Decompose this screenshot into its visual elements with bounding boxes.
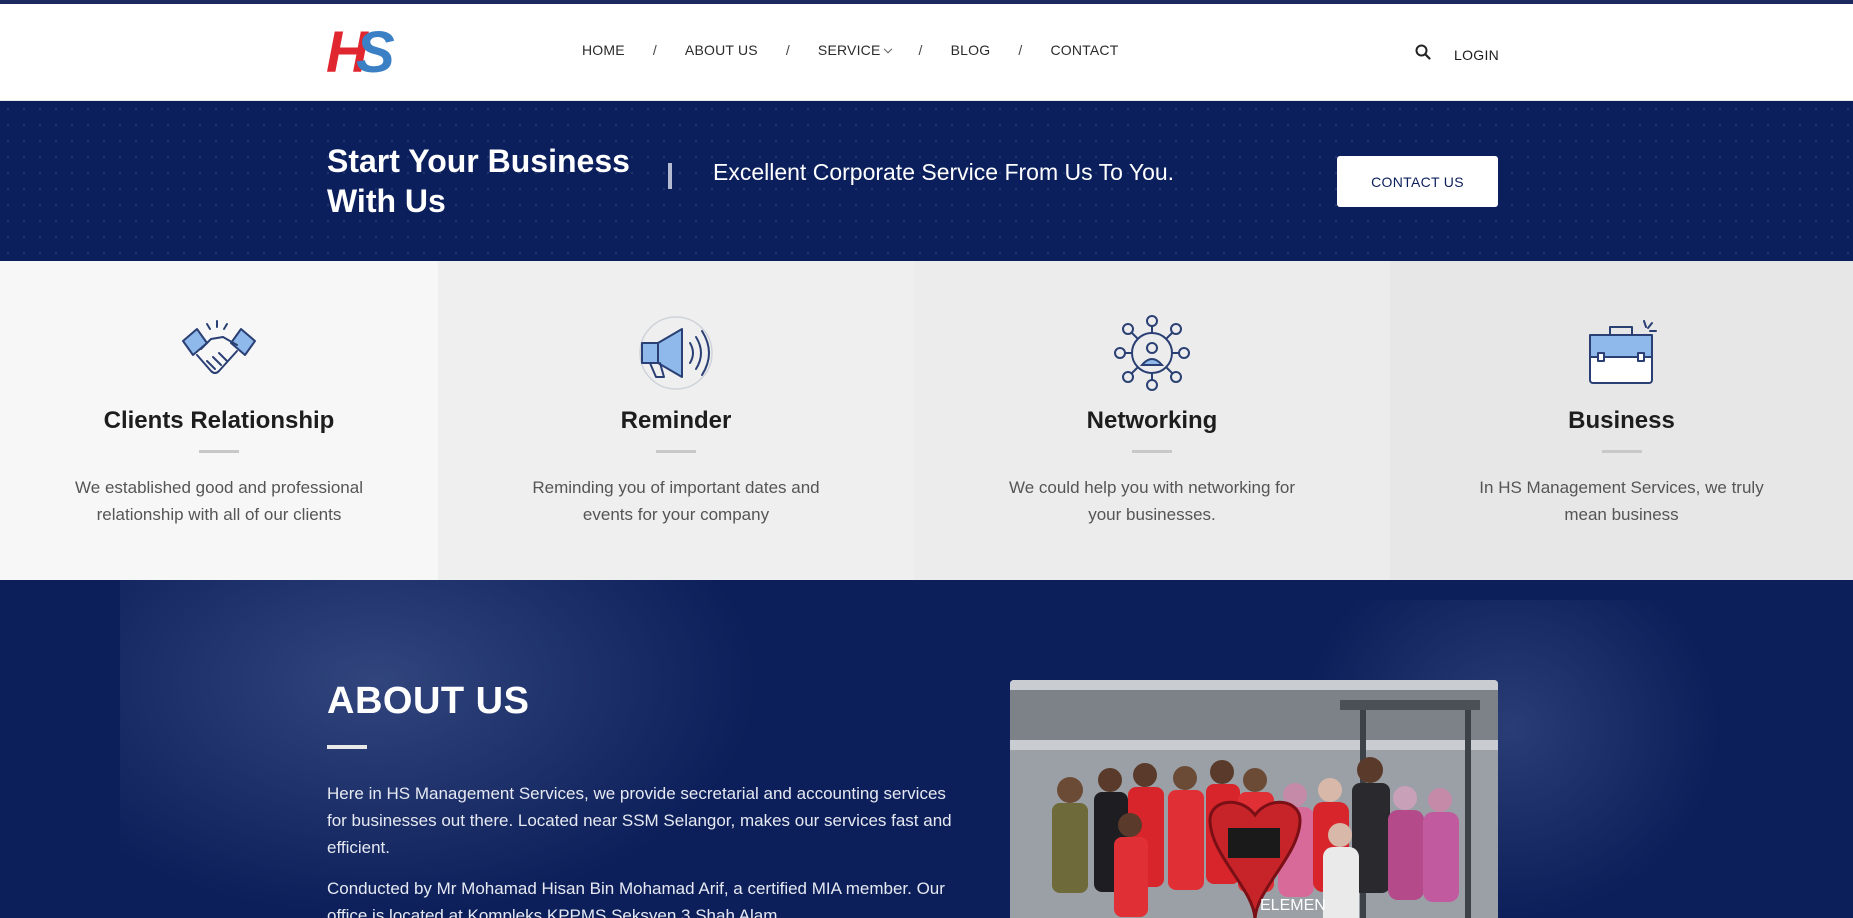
nav-service[interactable]: SERVICE	[817, 42, 892, 58]
features-section: Clients Relationship We established good…	[0, 261, 1853, 580]
about-title: ABOUT US	[327, 680, 530, 722]
main-nav: HOME / ABOUT US / SERVICE / BLOG / CONTA…	[582, 42, 1118, 58]
feature-title: Reminder	[620, 407, 732, 434]
feature-divider	[1601, 450, 1642, 453]
nav-separator: /	[1018, 42, 1023, 58]
nav-separator: /	[652, 42, 657, 58]
feature-divider	[1132, 450, 1172, 453]
nav-service-label: SERVICE	[817, 42, 881, 58]
megaphone-icon	[634, 315, 718, 391]
nav-home[interactable]: HOME	[582, 42, 625, 58]
site-logo[interactable]: H S	[326, 18, 400, 85]
nav-separator: /	[918, 42, 923, 58]
about-paragraph: Here in HS Management Services, we provi…	[327, 784, 952, 857]
feature-clients-relationship: Clients Relationship We established good…	[0, 261, 438, 580]
about-section: ABOUT US Here in HS Management Services,…	[0, 580, 1853, 918]
feature-title: Business	[1568, 407, 1675, 434]
network-icon	[1110, 315, 1194, 391]
banner-divider	[668, 163, 672, 189]
chevron-down-icon	[883, 44, 892, 54]
feature-title: Clients Relationship	[103, 407, 335, 434]
feature-title: Networking	[1086, 407, 1218, 434]
feature-text: Reminding you of important dates and eve…	[532, 478, 820, 524]
nav-about-us[interactable]: ABOUT US	[685, 42, 758, 58]
about-divider	[327, 745, 367, 749]
feature-text: We established good and professional rel…	[75, 478, 363, 524]
feature-text: In HS Management Services, we truly mean…	[1479, 478, 1764, 524]
about-background-image	[120, 580, 760, 918]
svg-text:S: S	[356, 20, 395, 82]
about-paragraph: Conducted by Mr Mohamad Hisan Bin Mohama…	[327, 879, 945, 918]
site-header: H S HOME / ABOUT US / SERVICE / BLOG / C…	[0, 4, 1853, 101]
nav-contact[interactable]: CONTACT	[1050, 42, 1118, 58]
feature-reminder: Reminder Reminding you of important date…	[438, 261, 914, 580]
feature-divider	[656, 450, 696, 453]
briefcase-icon	[1580, 315, 1664, 391]
hs-logo-mark: H S	[326, 20, 395, 85]
photo-sign-text: ELEMEN	[1260, 897, 1326, 914]
banner-tagline: Excellent Corporate Service From Us To Y…	[713, 159, 1175, 185]
search-icon[interactable]	[1415, 44, 1433, 62]
banner-title: Start Your Business With Us	[327, 143, 630, 219]
contact-us-button[interactable]: CONTACT US	[1337, 156, 1498, 207]
feature-text: We could help you with networking for yo…	[1008, 478, 1295, 524]
nav-blog[interactable]: BLOG	[951, 42, 991, 58]
login-link[interactable]: LOGIN	[1454, 47, 1499, 63]
handshake-icon	[177, 315, 261, 391]
feature-divider	[199, 450, 239, 453]
feature-networking: Networking We could help you with networ…	[914, 261, 1390, 580]
nav-separator: /	[785, 42, 790, 58]
feature-business: Business In HS Management Services, we t…	[1390, 261, 1853, 580]
team-photo: ELEMEN	[1010, 680, 1498, 918]
page: H S HOME / ABOUT US / SERVICE / BLOG / C…	[0, 0, 1853, 918]
cta-banner: Start Your Business With Us Excellent Co…	[0, 101, 1853, 261]
